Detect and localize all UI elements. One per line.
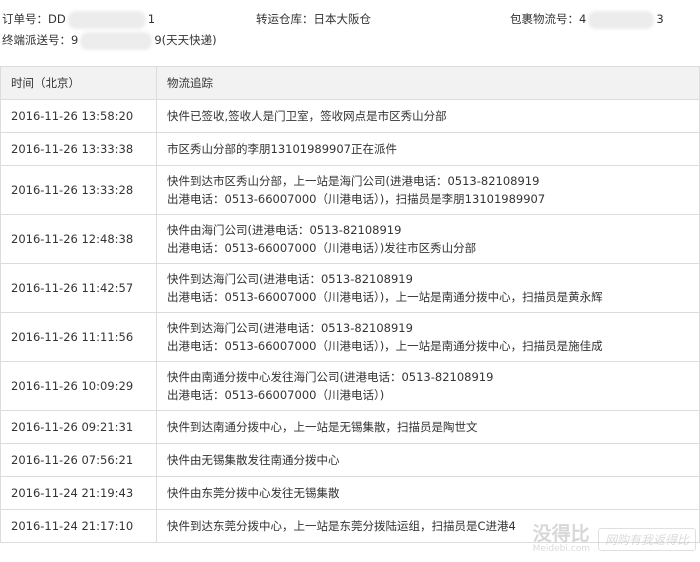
order-number-label: 订单号： [2,12,48,26]
tracking-detail-line: 快件到达海门公司(进港电话：0513-82108919 [167,321,413,335]
tracking-row: 2016-11-26 12:48:38 快件由海门公司(进港电话：0513-821… [0,214,700,264]
order-number-suffix: 1 [147,12,156,26]
tracking-row: 2016-11-24 21:17:10 快件到达东莞分拨中心，上一站是东莞分拨陆运… [0,509,700,543]
final-tracking-prefix: 9 [71,33,79,47]
order-info-row-2: 终端派送号：9 9(天天快递) [0,30,700,50]
tracking-detail: 快件到达海门公司(进港电话：0513-82108919 出港电话：0513-660… [156,312,700,362]
final-tracking-suffix: 9(天天快递) [154,33,217,47]
tracking-detail-line: 市区秀山分部的李朋13101989907正在派件 [167,142,397,156]
tracking-detail: 快件由东莞分拨中心发往无锡集散 [156,476,700,510]
tracking-detail: 快件到达东莞分拨中心，上一站是东莞分拨陆运组，扫描员是C进港4 [156,509,700,543]
parcel-number-label: 包裹物流号： [510,12,579,26]
warehouse-label: 转运仓库： [256,12,314,26]
tracking-detail-line: 快件已签收,签收人是门卫室，签收网点是市区秀山分部 [167,109,447,123]
tracking-row: 2016-11-26 10:09:29 快件由南通分拨中心发往海门公司(进港电话：… [0,361,700,411]
tracking-time: 2016-11-24 21:19:43 [0,476,157,510]
watermark-site: Meidebi.com [532,544,590,554]
tracking-time: 2016-11-26 13:33:28 [0,165,157,215]
warehouse-field: 转运仓库：日本大阪仓 [256,9,371,29]
tracking-column-header: 物流追踪 [156,66,700,100]
tracking-time: 2016-11-26 13:58:20 [0,99,157,133]
tracking-detail-line: 出港电话：0513-66007000（川港电话）) [167,388,385,402]
tracking-row: 2016-11-26 07:56:21 快件由无锡集散发往南通分拨中心 [0,443,700,477]
tracking-detail: 快件到达市区秀山分部，上一站是海门公司(进港电话：0513-82108919 出港… [156,165,700,215]
tracking-detail: 快件已签收,签收人是门卫室，签收网点是市区秀山分部 [156,99,700,133]
tracking-detail-line: 快件由东莞分拨中心发往无锡集散 [167,486,340,500]
tracking-time: 2016-11-26 13:33:38 [0,132,157,166]
tracking-row: 2016-11-26 11:42:57 快件到达海门公司(进港电话：0513-82… [0,263,700,313]
tracking-detail-line: 快件到达南通分拨中心，上一站是无锡集散，扫描员是陶世文 [167,420,478,434]
tracking-detail-line: 快件由无锡集散发往南通分拨中心 [167,453,340,467]
tracking-detail-line: 快件由南通分拨中心发往海门公司(进港电话：0513-82108919 [167,370,494,384]
order-number-field: 订单号：DD 1 [2,9,155,29]
tracking-row: 2016-11-26 11:11:56 快件到达海门公司(进港电话：0513-82… [0,312,700,362]
tracking-detail: 快件由无锡集散发往南通分拨中心 [156,443,700,477]
tracking-time: 2016-11-26 12:48:38 [0,214,157,264]
order-info-panel: 订单号：DD 1 转运仓库：日本大阪仓 包裹物流号：4 3 终端派送号：9 9(天天快… [0,0,700,58]
final-tracking-label: 终端派送号： [2,33,71,47]
tracking-time: 2016-11-26 07:56:21 [0,443,157,477]
parcel-number-prefix: 4 [579,12,587,26]
tracking-detail-line: 出港电话：0513-66007000（川港电话）)，扫描员是李朋13101989… [167,192,546,206]
tracking-detail-line: 出港电话：0513-66007000（川港电话）)，上一站是南通分拨中心，扫描员… [167,339,603,353]
warehouse-value: 日本大阪仓 [313,12,372,26]
tracking-row: 2016-11-26 13:33:28 快件到达市区秀山分部，上一站是海门公司(进… [0,165,700,215]
order-number-prefix: DD [48,12,66,26]
redaction-mask [80,31,153,50]
tracking-detail: 快件到达海门公司(进港电话：0513-82108919 出港电话：0513-660… [156,263,700,313]
redaction-mask [588,10,655,29]
tracking-detail-line: 快件由海门公司(进港电话：0513-82108919 [167,223,402,237]
final-tracking-field: 终端派送号：9 9(天天快递) [2,30,217,50]
tracking-table: 时间（北京） 物流追踪 2016-11-26 13:58:20 快件已签收,签收人… [0,66,700,543]
tracking-detail-line: 出港电话：0513-66007000（川港电话）)，上一站是南通分拨中心，扫描员… [167,290,603,304]
tracking-detail: 快件到达南通分拨中心，上一站是无锡集散，扫描员是陶世文 [156,410,700,444]
parcel-number-suffix: 3 [656,12,664,26]
tracking-time: 2016-11-26 11:11:56 [0,312,157,362]
tracking-row: 2016-11-26 13:58:20 快件已签收,签收人是门卫室，签收网点是市区… [0,99,700,133]
tracking-detail: 快件由海门公司(进港电话：0513-82108919 出港电话：0513-6600… [156,214,700,264]
time-column-header: 时间（北京） [0,66,157,100]
tracking-table-body: 2016-11-26 13:58:20 快件已签收,签收人是门卫室，签收网点是市区… [0,99,700,543]
tracking-time: 2016-11-26 11:42:57 [0,263,157,313]
tracking-time: 2016-11-26 10:09:29 [0,361,157,411]
tracking-row: 2016-11-26 13:33:38 市区秀山分部的李朋13101989907正… [0,132,700,166]
tracking-row: 2016-11-24 21:19:43 快件由东莞分拨中心发往无锡集散 [0,476,700,510]
tracking-detail-line: 快件到达东莞分拨中心，上一站是东莞分拨陆运组，扫描员是C进港4 [167,519,516,533]
order-info-row-1: 订单号：DD 1 转运仓库：日本大阪仓 包裹物流号：4 3 [0,9,700,29]
table-header-row: 时间（北京） 物流追踪 [0,66,700,100]
tracking-time: 2016-11-24 21:17:10 [0,509,157,543]
redaction-mask [67,10,146,29]
tracking-row: 2016-11-26 09:21:31 快件到达南通分拨中心，上一站是无锡集散，扫… [0,410,700,444]
tracking-detail: 市区秀山分部的李朋13101989907正在派件 [156,132,700,166]
tracking-detail-line: 出港电话：0513-66007000（川港电话）)发往市区秀山分部 [167,241,477,255]
tracking-detail: 快件由南通分拨中心发往海门公司(进港电话：0513-82108919 出港电话：0… [156,361,700,411]
tracking-detail-line: 快件到达海门公司(进港电话：0513-82108919 [167,272,413,286]
tracking-detail-line: 快件到达市区秀山分部，上一站是海门公司(进港电话：0513-82108919 [167,174,540,188]
parcel-number-field: 包裹物流号：4 3 [510,9,664,29]
tracking-time: 2016-11-26 09:21:31 [0,410,157,444]
